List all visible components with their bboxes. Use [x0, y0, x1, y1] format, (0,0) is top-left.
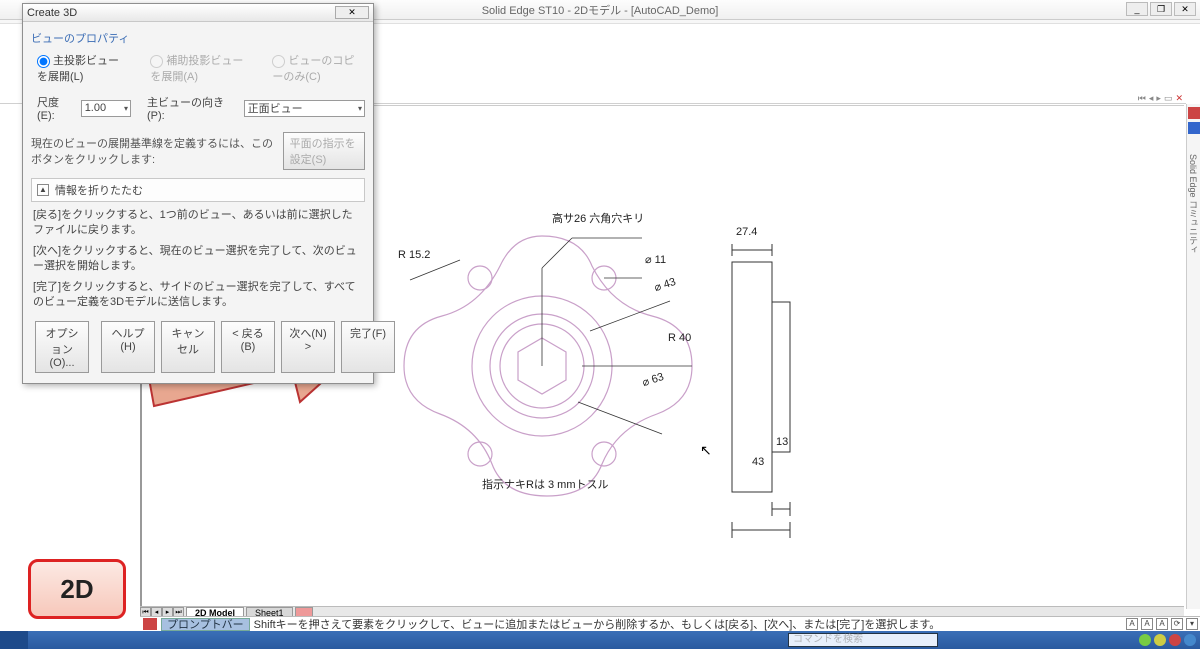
prompt-bar: プロンプトバー Shiftキーを押さえて要素をクリックして、ビューに追加またはビ… — [140, 616, 1200, 631]
nav-next-icon[interactable]: ▸ — [1156, 93, 1161, 104]
radio-copy-input — [272, 55, 285, 68]
window-buttons: _ ❐ ✕ — [1126, 2, 1196, 16]
fold-info-row[interactable]: ▲ 情報を折りたたむ — [31, 178, 365, 202]
dialog-close-button[interactable]: ✕ — [335, 6, 369, 19]
app-title: Solid Edge ST10 - 2Dモデル - [AutoCAD_Demo] — [482, 2, 719, 18]
dialog-title: Create 3D — [27, 7, 77, 19]
scale-value: 1.00 — [85, 102, 106, 114]
radio-copy[interactable]: ビューのコピーのみ(C) — [272, 52, 365, 84]
command-search[interactable]: コマンドを検索 — [788, 633, 938, 647]
scale-label: 尺度(E): — [37, 94, 75, 122]
right-side-panel: Solid Edge コミュニティ — [1186, 104, 1200, 609]
youtube-icon[interactable] — [1188, 107, 1200, 119]
scale-combo[interactable]: 1.00 — [81, 100, 131, 117]
text-style-icon[interactable]: A — [1156, 618, 1168, 630]
nav-split-icon[interactable]: ▭ — [1164, 93, 1173, 104]
orient-label: 主ビューの向き(P): — [147, 94, 238, 122]
nav-prev-icon[interactable]: ◂ — [1149, 93, 1154, 104]
nav-close-icon[interactable]: ✕ — [1175, 93, 1183, 104]
dim13-label: 13 — [776, 436, 788, 448]
section-heading: ビューのプロパティ — [31, 30, 365, 46]
d11-label: ⌀ 11 — [645, 253, 666, 266]
maximize-button[interactable]: ❐ — [1150, 2, 1172, 16]
orient-combo[interactable]: 正面ビュー — [244, 100, 365, 117]
back-button[interactable]: < 戻る(B) — [221, 321, 275, 373]
dialog-button-row: オプション(O)... ヘルプ(H) キャンセル < 戻る(B) 次へ(N) >… — [31, 315, 365, 375]
r40-label: R 40 — [668, 332, 691, 344]
windows-taskbar: コマンドを検索 — [0, 631, 1200, 649]
dim274-label: 27.4 — [736, 226, 757, 238]
tray-icons — [1139, 634, 1196, 646]
badge-2d: 2D — [28, 559, 126, 619]
next-button[interactable]: 次へ(N) > — [281, 321, 335, 373]
tray-dot-icon[interactable] — [1139, 634, 1151, 646]
create-3d-dialog: Create 3D ✕ ビューのプロパティ 主投影ビューを展開(L) 補助投影ビ… — [22, 3, 374, 384]
plane-set-button[interactable]: 平面の指示を設定(S) — [283, 132, 365, 170]
plane-hint: 現在のビューの展開基準線を定義するには、このボタンをクリックします: — [31, 135, 275, 167]
radio-main[interactable]: 主投影ビューを展開(L) — [37, 52, 128, 84]
cursor-icon: ↖ — [700, 442, 712, 459]
nav-first-icon[interactable]: ⏮ — [1138, 93, 1146, 104]
start-button[interactable] — [0, 631, 28, 649]
tray-dot-icon[interactable] — [1154, 634, 1166, 646]
radio-group: 主投影ビューを展開(L) 補助投影ビューを展開(A) ビューのコピーのみ(C) — [37, 52, 365, 84]
status-right-tools: A A A ⟳ ▾ — [1126, 618, 1198, 630]
dialog-titlebar: Create 3D ✕ — [23, 4, 373, 22]
radio-main-input[interactable] — [37, 55, 50, 68]
prompt-icon — [143, 618, 157, 630]
badge-text: 2D — [60, 574, 93, 605]
prompt-label: プロンプトバー — [161, 618, 250, 631]
text-style-icon[interactable]: A — [1126, 618, 1138, 630]
radio-aux[interactable]: 補助投影ビューを展開(A) — [150, 52, 250, 84]
tray-dot-icon[interactable] — [1169, 634, 1181, 646]
close-button[interactable]: ✕ — [1174, 2, 1196, 16]
r152-label: R 15.2 — [398, 249, 430, 261]
side-text: Solid Edge コミュニティ — [1187, 154, 1200, 254]
facebook-icon[interactable] — [1188, 122, 1200, 134]
collapse-arrow-icon[interactable]: ▲ — [37, 184, 49, 196]
minimize-button[interactable]: _ — [1126, 2, 1148, 16]
dim43-label: 43 — [752, 456, 764, 468]
prompt-text: Shiftキーを押さえて要素をクリックして、ビューに追加またはビューから削除する… — [254, 616, 941, 632]
help-button[interactable]: ヘルプ(H) — [101, 321, 155, 373]
finish-button[interactable]: 完了(F) — [341, 321, 395, 373]
radio-aux-input — [150, 55, 163, 68]
tray-dot-icon[interactable] — [1184, 634, 1196, 646]
fold-label: 情報を折りたたむ — [55, 182, 143, 198]
cancel-button[interactable]: キャンセル — [161, 321, 215, 373]
info-line-1: [戻る]をクリックすると、1つ前のビュー、あるいは前に選択したファイルに戻ります… — [33, 208, 363, 239]
hex-note: 高サ26 六角穴キリ — [552, 210, 644, 226]
info-line-3: [完了]をクリックすると、サイドのビュー選択を完了して、すべてのビュー定義を3D… — [33, 280, 363, 311]
options-button[interactable]: オプション(O)... — [35, 321, 89, 373]
info-line-2: [次へ]をクリックすると、現在のビュー選択を完了して、次のビュー選択を開始します… — [33, 244, 363, 275]
menu-icon[interactable]: ▾ — [1186, 618, 1198, 630]
bottom-note: 指示ナキRは 3 mmトスル — [482, 476, 609, 492]
text-style-icon[interactable]: A — [1141, 618, 1153, 630]
refresh-icon[interactable]: ⟳ — [1171, 618, 1183, 630]
orient-value: 正面ビュー — [248, 100, 303, 116]
